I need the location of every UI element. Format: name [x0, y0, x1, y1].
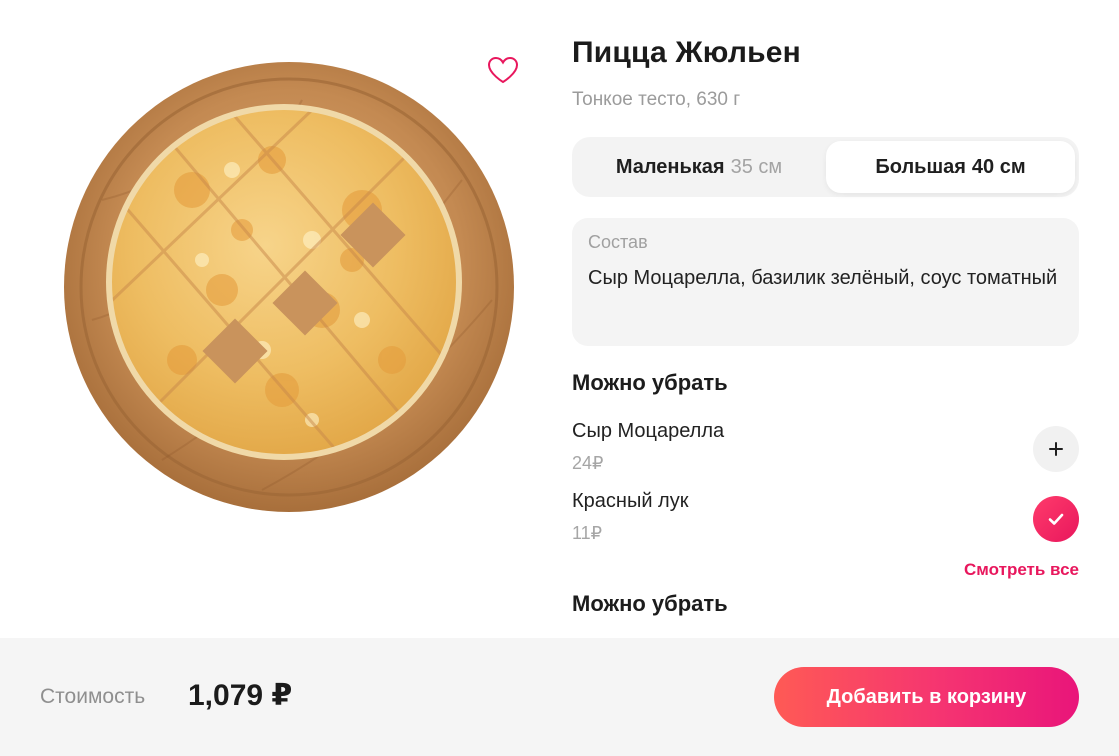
heart-outline-icon[interactable] [486, 55, 520, 85]
composition-box: Состав Сыр Моцарелла, базилик зелёный, с… [572, 218, 1079, 346]
size-label: Маленькая [615, 155, 725, 178]
ingredient-price: 24₽ [572, 453, 604, 473]
composition-text: Сыр Моцарелла, базилик зелёный, соус том… [588, 267, 1058, 289]
ingredient-price: 11₽ [572, 523, 603, 543]
check-icon [1048, 513, 1064, 525]
product-title: Пицца Жюльен [572, 36, 801, 69]
size-switch: Маленькая 35 см Большая 40 см [572, 137, 1079, 197]
size-label: Большая [875, 155, 966, 178]
cost-label: Стоимость [40, 685, 146, 708]
pizza-image [64, 62, 514, 512]
list-item: Красный лук 11₽ [572, 490, 1079, 552]
composition-label: Состав [588, 232, 648, 252]
size-dimension: 40 см [971, 155, 1026, 178]
product-subtitle: Тонкое тесто, 630 г [572, 89, 741, 110]
ingredient-name: Сыр Моцарелла [572, 420, 725, 442]
size-option-small[interactable]: Маленькая 35 см [576, 141, 822, 193]
product-image-area [0, 0, 560, 638]
ingredient-checked-button[interactable] [1033, 496, 1079, 542]
add-to-cart-button[interactable]: Добавить в корзину [774, 667, 1079, 727]
ingredient-name: Красный лук [572, 490, 689, 512]
removable-section-title-2: Можно убрать [572, 591, 728, 616]
size-dimension: 35 см [730, 155, 783, 178]
plus-icon [1049, 442, 1063, 456]
size-option-large[interactable]: Большая 40 см [826, 141, 1075, 193]
list-item: Сыр Моцарелла 24₽ [572, 420, 1079, 482]
footer-bar: Стоимость 1,079 ₽ Добавить в корзину [0, 638, 1119, 756]
removable-section-title: Можно убрать [572, 370, 728, 395]
product-card: Пицца Жюльен Тонкое тесто, 630 г Маленьк… [0, 0, 1119, 756]
add-ingredient-button[interactable] [1033, 426, 1079, 472]
cost-value: 1,079 ₽ [188, 679, 293, 712]
see-all-link[interactable]: Смотреть все [964, 560, 1079, 580]
